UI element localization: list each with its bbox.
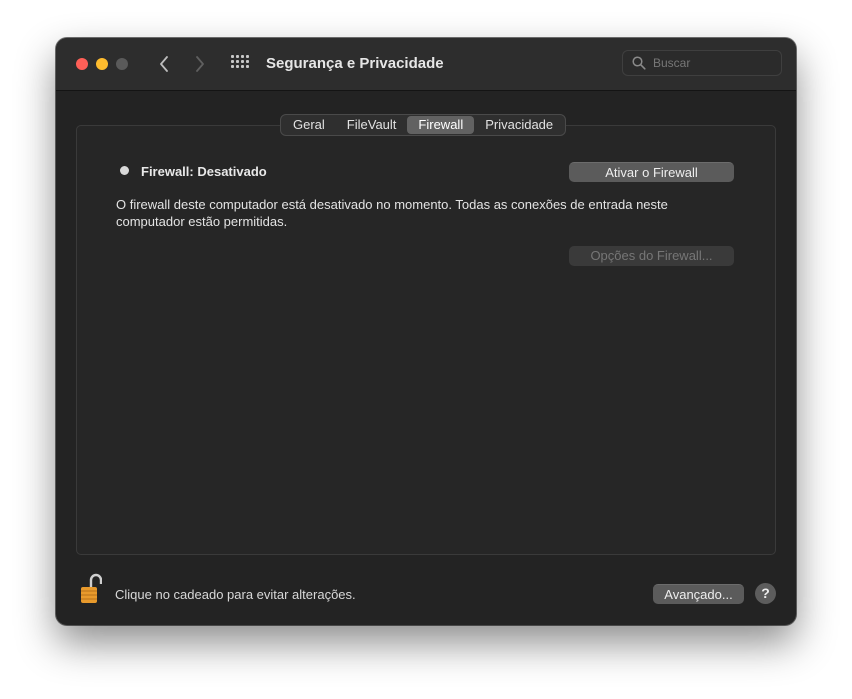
advanced-button[interactable]: Avançado... [653, 584, 744, 604]
search-icon [632, 56, 646, 70]
tab-geral[interactable]: Geral [282, 116, 336, 134]
tab-firewall[interactable]: Firewall [407, 116, 475, 134]
search-field[interactable]: Buscar [622, 50, 782, 76]
help-button[interactable]: ? [755, 583, 776, 604]
show-all-button[interactable] [231, 55, 251, 73]
preferences-window: Segurança e Privacidade Buscar Geral Fil… [56, 38, 796, 625]
unlocked-padlock-icon[interactable] [80, 573, 102, 605]
lock-hint-text: Clique no cadeado para evitar alterações… [115, 587, 356, 602]
zoom-button[interactable] [116, 58, 128, 70]
close-button[interactable] [76, 58, 88, 70]
firewall-panel [76, 125, 776, 555]
turn-on-firewall-button[interactable]: Ativar o Firewall [569, 162, 734, 182]
title-bar: Segurança e Privacidade Buscar [56, 38, 796, 91]
back-button[interactable] [154, 54, 174, 74]
forward-button[interactable] [190, 54, 210, 74]
tab-filevault[interactable]: FileVault [336, 116, 408, 134]
status-indicator [120, 166, 129, 175]
firewall-status-label: Firewall: Desativado [141, 164, 267, 179]
search-placeholder: Buscar [653, 56, 691, 70]
minimize-button[interactable] [96, 58, 108, 70]
window-title: Segurança e Privacidade [266, 55, 444, 72]
chevron-right-icon [196, 56, 204, 72]
chevron-left-icon [160, 56, 168, 72]
firewall-options-button: Opções do Firewall... [569, 246, 734, 266]
firewall-description: O firewall deste computador está desativ… [116, 197, 668, 229]
tab-privacidade[interactable]: Privacidade [474, 116, 564, 134]
tab-bar: Geral FileVault Firewall Privacidade [280, 114, 567, 136]
